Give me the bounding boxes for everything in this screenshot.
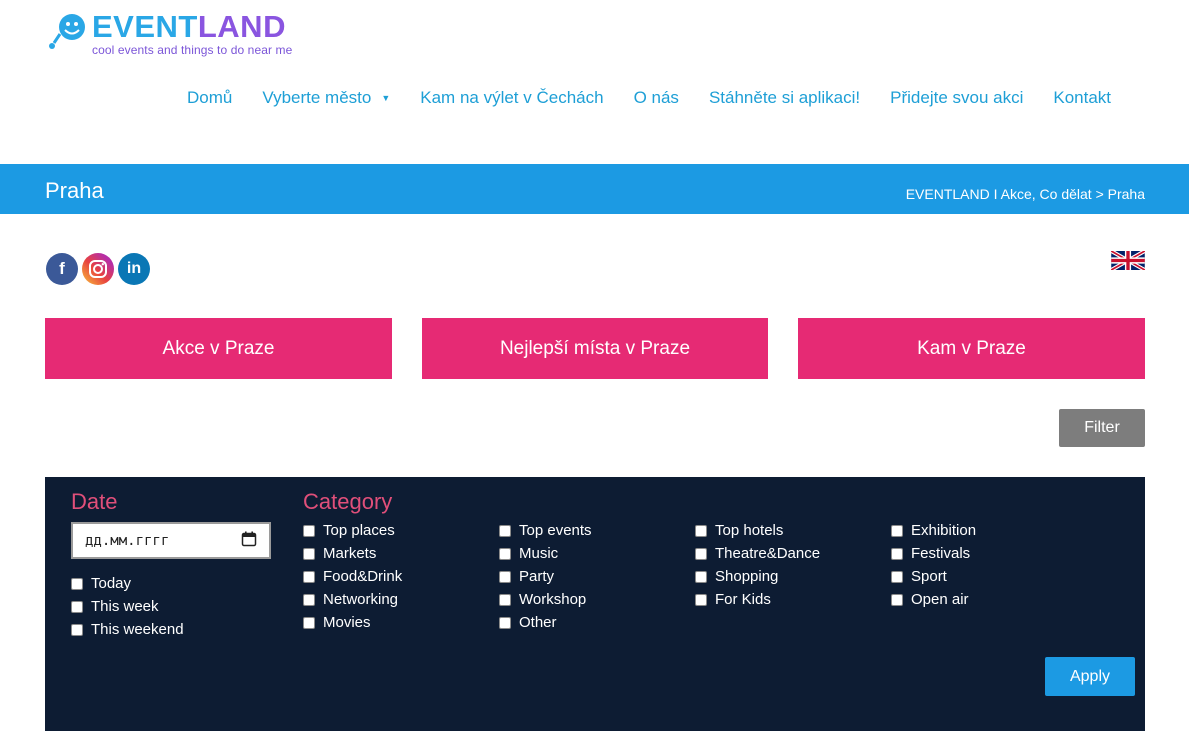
date-placeholder: дд.мм.гггг xyxy=(85,532,170,549)
logo[interactable]: EVENTLAND cool events and things to do n… xyxy=(46,9,293,57)
date-option-this-weekend[interactable]: This weekend xyxy=(71,621,184,638)
nav-item-choose-city[interactable]: Vyberte město ▼ xyxy=(262,88,390,108)
checkbox[interactable] xyxy=(499,547,511,560)
category-exhibition[interactable]: Exhibition xyxy=(891,522,976,539)
page-title: Praha xyxy=(45,178,104,203)
where-in-prague-button[interactable]: Kam v Praze xyxy=(798,318,1145,379)
category-networking[interactable]: Networking xyxy=(303,591,398,608)
category-movies[interactable]: Movies xyxy=(303,614,371,631)
social-links: f in xyxy=(46,253,154,285)
category-markets[interactable]: Markets xyxy=(303,545,376,562)
checkbox[interactable] xyxy=(499,524,511,537)
main-nav: Domů Vyberte město ▼ Kam na výlet v Čechá… xyxy=(187,88,1111,108)
uk-flag-icon[interactable] xyxy=(1110,249,1146,275)
checkbox[interactable] xyxy=(695,593,707,606)
linkedin-icon[interactable]: in xyxy=(118,253,150,285)
checkbox[interactable] xyxy=(499,570,511,583)
caret-down-icon: ▼ xyxy=(381,93,391,103)
category-workshop[interactable]: Workshop xyxy=(499,591,586,608)
filter-panel: Date дд.мм.гггг Today This week This wee… xyxy=(45,477,1145,731)
facebook-icon[interactable]: f xyxy=(46,253,78,285)
date-option-this-week[interactable]: This week xyxy=(71,598,159,615)
checkbox[interactable] xyxy=(891,547,903,560)
nav-item-contact[interactable]: Kontakt xyxy=(1053,88,1111,108)
checkbox[interactable] xyxy=(303,593,315,606)
title-bar: Praha EVENTLAND I Akce, Co dělat > Praha xyxy=(0,164,1189,214)
checkbox[interactable] xyxy=(499,593,511,606)
instagram-icon[interactable] xyxy=(82,253,114,285)
events-in-prague-button[interactable]: Akce v Praze xyxy=(45,318,392,379)
nav-item-add-event[interactable]: Přidejte svou akci xyxy=(890,88,1023,108)
date-option-today[interactable]: Today xyxy=(71,575,131,592)
category-open-air[interactable]: Open air xyxy=(891,591,969,608)
nav-item-app[interactable]: Stáhněte si aplikaci! xyxy=(709,88,860,108)
checkbox[interactable] xyxy=(695,547,707,560)
calendar-icon[interactable] xyxy=(241,531,257,551)
checkbox[interactable] xyxy=(303,570,315,583)
checkbox[interactable] xyxy=(71,623,83,636)
category-shopping[interactable]: Shopping xyxy=(695,568,778,585)
checkbox[interactable] xyxy=(891,524,903,537)
best-places-in-prague-button[interactable]: Nejlepší místa v Praze xyxy=(422,318,768,379)
nav-item-about[interactable]: O nás xyxy=(634,88,679,108)
checkbox[interactable] xyxy=(71,600,83,613)
category-sport[interactable]: Sport xyxy=(891,568,947,585)
category-for-kids[interactable]: For Kids xyxy=(695,591,771,608)
apply-button[interactable]: Apply xyxy=(1045,657,1135,696)
category-heading: Category xyxy=(303,489,393,514)
category-top-events[interactable]: Top events xyxy=(499,522,592,539)
checkbox[interactable] xyxy=(695,524,707,537)
checkbox[interactable] xyxy=(303,616,315,629)
nav-item-home[interactable]: Domů xyxy=(187,88,232,108)
category-music[interactable]: Music xyxy=(499,545,558,562)
checkbox[interactable] xyxy=(303,547,315,560)
category-festivals[interactable]: Festivals xyxy=(891,545,970,562)
filter-button[interactable]: Filter xyxy=(1059,409,1145,447)
checkbox[interactable] xyxy=(303,524,315,537)
date-input[interactable]: дд.мм.гггг xyxy=(71,522,271,559)
category-food-drink[interactable]: Food&Drink xyxy=(303,568,402,585)
category-other[interactable]: Other xyxy=(499,614,557,631)
checkbox[interactable] xyxy=(891,593,903,606)
nav-item-trips[interactable]: Kam na výlet v Čechách xyxy=(420,88,603,108)
category-top-places[interactable]: Top places xyxy=(303,522,395,539)
checkbox[interactable] xyxy=(891,570,903,583)
logo-mark-icon xyxy=(46,12,90,52)
checkbox[interactable] xyxy=(695,570,707,583)
category-top-hotels[interactable]: Top hotels xyxy=(695,522,783,539)
category-party[interactable]: Party xyxy=(499,568,554,585)
breadcrumb[interactable]: EVENTLAND I Akce, Co dělat > Praha xyxy=(906,186,1145,202)
logo-tagline: cool events and things to do near me xyxy=(92,43,293,57)
logo-name: EVENTLAND xyxy=(92,9,286,44)
category-theatre-dance[interactable]: Theatre&Dance xyxy=(695,545,820,562)
checkbox[interactable] xyxy=(499,616,511,629)
date-heading: Date xyxy=(71,489,118,514)
checkbox[interactable] xyxy=(71,577,83,590)
